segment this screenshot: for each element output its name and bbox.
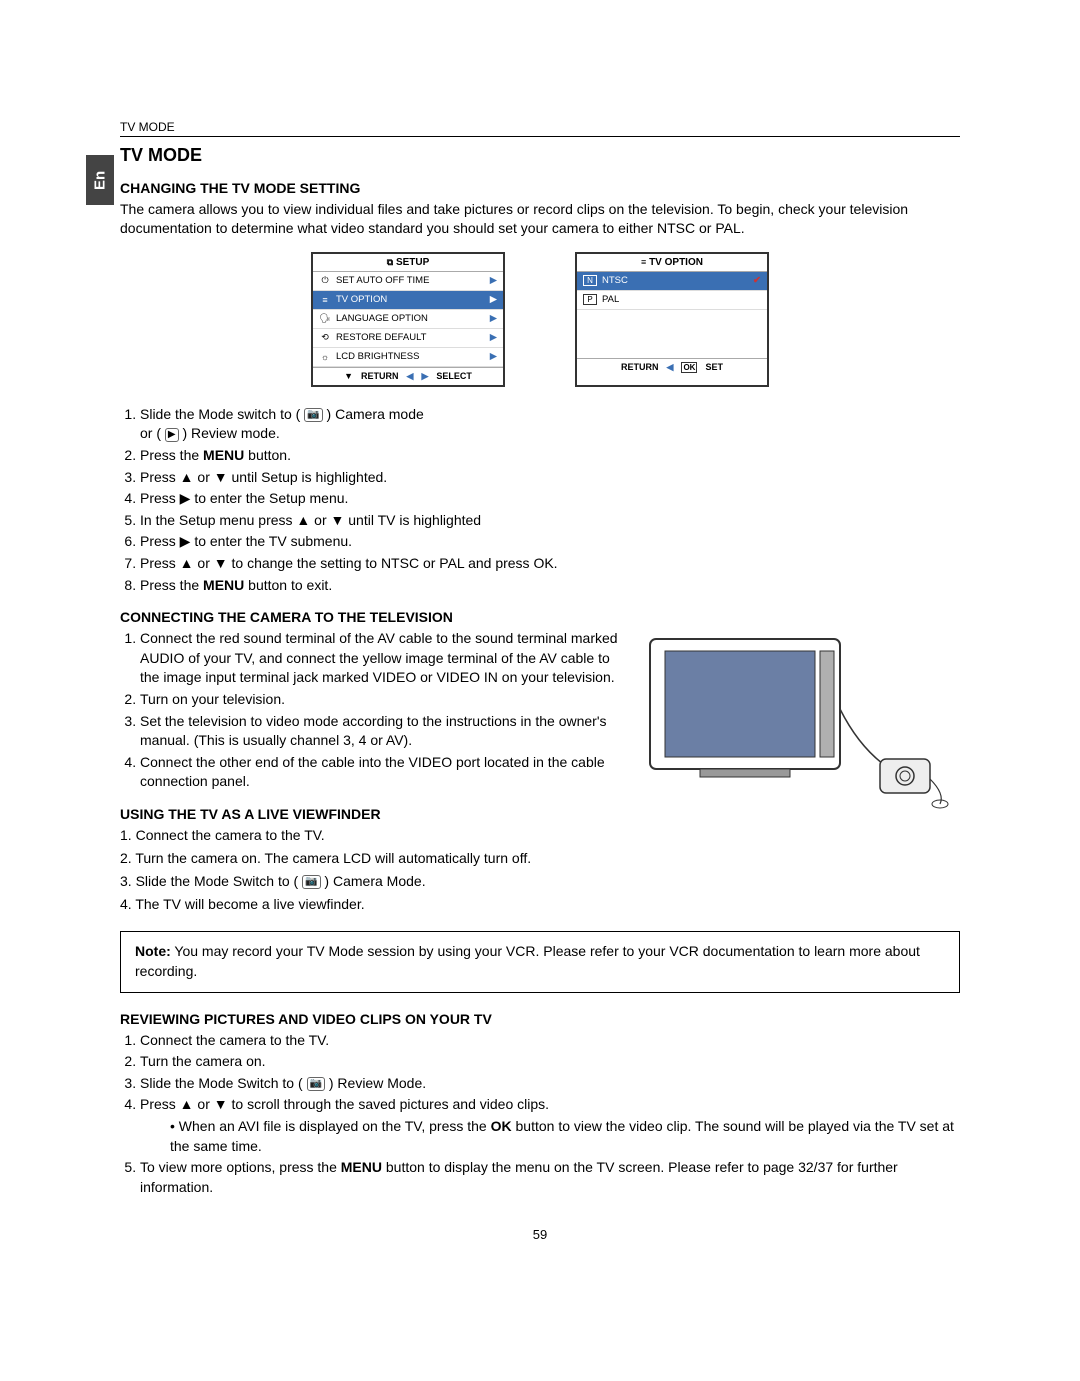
language-tab: En bbox=[86, 155, 114, 205]
menu-label: MENU bbox=[341, 1159, 382, 1175]
camera-icon: 📷 bbox=[302, 875, 320, 889]
section-heading-1: CHANGING THE TV MODE SETTING bbox=[120, 180, 960, 196]
step: Press ▶ to enter the TV submenu. bbox=[140, 532, 960, 552]
option-footer: RETURN ◀ OK SET bbox=[577, 358, 767, 376]
page-number: 59 bbox=[120, 1227, 960, 1242]
note-text: You may record your TV Mode session by u… bbox=[135, 943, 920, 979]
step: 1. Connect the camera to the TV. bbox=[120, 826, 960, 845]
step: Press ▲ or ▼ to scroll through the saved… bbox=[140, 1095, 960, 1156]
list-icon: ≡ bbox=[319, 295, 331, 305]
left-icon: ◀ bbox=[407, 371, 414, 382]
menu-label: MENU bbox=[203, 577, 244, 593]
ok-icon: OK bbox=[681, 362, 697, 373]
section1-steps: Slide the Mode switch to ( 📷 ) Camera mo… bbox=[140, 405, 960, 595]
arrow-right-icon: ▶ bbox=[490, 313, 497, 324]
option-item-label: PAL bbox=[602, 294, 619, 305]
section-heading-4: REVIEWING PICTURES AND VIDEO CLIPS ON YO… bbox=[120, 1011, 960, 1027]
section-heading-2: CONNECTING THE CAMERA TO THE TELEVISION bbox=[120, 609, 960, 625]
arrow-right-icon: ▶ bbox=[490, 294, 497, 305]
step: To view more options, press the MENU but… bbox=[140, 1158, 960, 1197]
play-icon: ▶ bbox=[165, 428, 179, 442]
text: Connect the camera to the TV. bbox=[136, 827, 325, 843]
menu-diagrams: ⧉ SETUP ⏻SET AUTO OFF TIME▶ ≡TV OPTION▶ … bbox=[120, 252, 960, 387]
setup-menu-diagram: ⧉ SETUP ⏻SET AUTO OFF TIME▶ ≡TV OPTION▶ … bbox=[311, 252, 505, 387]
step: Slide the Mode Switch to ( 📷 ) Review Mo… bbox=[140, 1074, 960, 1094]
step: Turn the camera on. bbox=[140, 1052, 960, 1072]
arrow-right-icon: ▶ bbox=[490, 351, 497, 362]
section4-steps: Connect the camera to the TV. Turn the c… bbox=[140, 1031, 960, 1198]
footer-set: SET bbox=[705, 362, 723, 373]
step: 3. Slide the Mode Switch to ( 📷 ) Camera… bbox=[120, 872, 960, 891]
text: Press ▲ or ▼ to scroll through the saved… bbox=[140, 1096, 549, 1112]
text: button to exit. bbox=[244, 577, 332, 593]
step: 4. The TV will become a live viewfinder. bbox=[120, 895, 960, 914]
menu-label: MENU bbox=[203, 447, 244, 463]
camera-icon: 📷 bbox=[304, 408, 322, 422]
ok-label: OK bbox=[491, 1118, 512, 1134]
setup-title-icon: ⧉ bbox=[387, 257, 393, 267]
ntsc-icon: N bbox=[583, 275, 597, 286]
step: Press the MENU button. bbox=[140, 446, 960, 466]
setup-footer: ▼ RETURN ◀ ▶ SELECT bbox=[313, 367, 503, 385]
speech-icon: 🗣 bbox=[319, 313, 331, 324]
step: Press ▶ to enter the Setup menu. bbox=[140, 489, 960, 509]
option-item-label: NTSC bbox=[602, 275, 628, 286]
step: 2. Turn the camera on. The camera LCD wi… bbox=[120, 849, 960, 868]
left-icon: ◀ bbox=[667, 362, 674, 373]
option-item-0: N NTSC ✔ bbox=[577, 272, 767, 291]
setup-item-label: LCD BRIGHTNESS bbox=[336, 351, 419, 362]
header-label: TV MODE bbox=[120, 120, 960, 134]
setup-title: SETUP bbox=[396, 257, 429, 268]
text: The TV will become a live viewfinder. bbox=[135, 896, 364, 912]
setup-item-label: RESTORE DEFAULT bbox=[336, 332, 426, 343]
setup-item-2: 🗣 LANGUAGE OPTION ▶ bbox=[313, 310, 503, 329]
camera-icon: 📷 bbox=[307, 1077, 325, 1091]
section3-steps: 1. Connect the camera to the TV. 2. Turn… bbox=[120, 826, 960, 914]
step: Connect the camera to the TV. bbox=[140, 1031, 960, 1051]
step: Press ▲ or ▼ to change the setting to NT… bbox=[140, 554, 960, 574]
option-title: TV OPTION bbox=[649, 257, 703, 268]
check-icon: ✔ bbox=[753, 275, 761, 286]
page-title: TV MODE bbox=[120, 145, 960, 166]
arrow-right-icon: ▶ bbox=[490, 275, 497, 286]
text: To view more options, press the bbox=[140, 1159, 341, 1175]
setup-item-3: ⟲ RESTORE DEFAULT ▶ bbox=[313, 329, 503, 348]
sub-step: When an AVI file is displayed on the TV,… bbox=[170, 1117, 960, 1156]
footer-return: RETURN bbox=[361, 371, 399, 382]
footer-select: SELECT bbox=[436, 371, 472, 382]
step: Press ▲ or ▼ until Setup is highlighted. bbox=[140, 468, 960, 488]
setup-item-label: SET AUTO OFF TIME bbox=[336, 275, 429, 286]
tv-camera-illustration bbox=[640, 629, 960, 809]
setup-item-label: TV OPTION bbox=[336, 294, 387, 305]
setup-item-0: ⏻ SET AUTO OFF TIME ▶ bbox=[313, 272, 503, 291]
step: In the Setup menu press ▲ or ▼ until TV … bbox=[140, 511, 960, 531]
footer-return: RETURN bbox=[621, 362, 659, 373]
step: Slide the Mode switch to ( 📷 ) Camera mo… bbox=[140, 405, 960, 444]
power-icon: ⏻ bbox=[319, 275, 331, 286]
text: Turn the camera on. The camera LCD will … bbox=[135, 850, 531, 866]
brightness-icon: ☼ bbox=[319, 352, 331, 362]
arrow-right-icon: ▶ bbox=[490, 332, 497, 343]
option-item-1: P PAL bbox=[577, 291, 767, 310]
setup-item-1: ≡ TV OPTION ▶ bbox=[313, 291, 503, 310]
note-box: Note: You may record your TV Mode sessio… bbox=[120, 931, 960, 992]
setup-item-label: LANGUAGE OPTION bbox=[336, 313, 428, 324]
sub-bullets: When an AVI file is displayed on the TV,… bbox=[170, 1117, 960, 1156]
text: button. bbox=[244, 447, 291, 463]
right-icon: ▶ bbox=[421, 371, 428, 382]
pal-icon: P bbox=[583, 294, 597, 305]
note-label: Note: bbox=[135, 943, 171, 959]
list-icon: ≡ bbox=[641, 257, 646, 267]
restore-icon: ⟲ bbox=[319, 332, 331, 343]
text: Press the bbox=[140, 577, 203, 593]
spacer bbox=[577, 310, 767, 358]
section1-intro: The camera allows you to view individual… bbox=[120, 200, 960, 238]
setup-item-4: ☼ LCD BRIGHTNESS ▶ bbox=[313, 348, 503, 367]
header-rule bbox=[120, 136, 960, 137]
text: Press the bbox=[140, 447, 203, 463]
down-icon: ▼ bbox=[344, 371, 353, 382]
text: When an AVI file is displayed on the TV,… bbox=[179, 1118, 491, 1134]
tv-option-diagram: ≡ TV OPTION N NTSC ✔ P PAL RETURN ◀ OK SET bbox=[575, 252, 769, 387]
step: Press the MENU button to exit. bbox=[140, 576, 960, 596]
